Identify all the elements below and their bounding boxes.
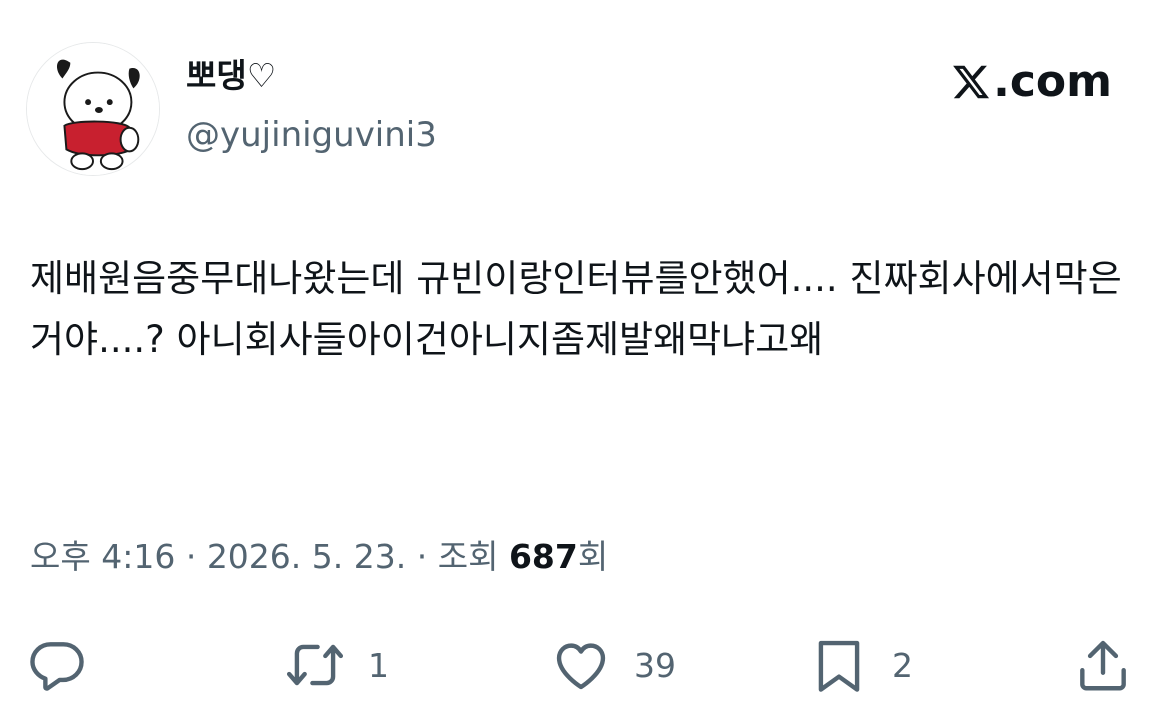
avatar[interactable] (26, 42, 160, 176)
share-icon (1080, 640, 1126, 691)
like-button[interactable]: 39 (550, 620, 676, 710)
user-handle[interactable]: @yujiniguvini3 (186, 114, 437, 156)
heart-icon (556, 643, 606, 690)
bookmark-button[interactable]: 2 (808, 620, 913, 710)
brand-logo: .com (951, 56, 1112, 108)
views-label: 조회 (437, 537, 509, 576)
views-count: 687 (508, 537, 578, 576)
tweet-text: 제배원음중무대나왔는데 규빈이랑인터뷰를안했어.... 진짜회사에서막은거야..… (30, 257, 1122, 361)
retweet-button[interactable]: 1 (284, 620, 389, 710)
retweet-count: 1 (368, 645, 389, 685)
retweet-icon (286, 644, 344, 686)
x-logo-icon (953, 65, 990, 99)
meta-separator: · (175, 537, 207, 576)
meta-separator: · (406, 537, 438, 576)
action-bar: 1 39 2 (0, 620, 1170, 710)
reply-button[interactable] (26, 620, 88, 710)
bookmark-count: 2 (892, 645, 913, 685)
brand-domain: .com (993, 56, 1112, 107)
share-button[interactable] (1072, 620, 1134, 710)
bookmark-icon (818, 640, 860, 692)
tweet-date[interactable]: 2026. 5. 23. (207, 537, 406, 576)
display-name[interactable]: 뽀댕♡ (186, 56, 276, 96)
reply-icon (30, 642, 84, 691)
pochacco-avatar-image (27, 43, 159, 175)
tweet-meta: 오후 4:16 · 2026. 5. 23. · 조회 687회 (30, 532, 608, 582)
views-suffix: 회 (577, 537, 609, 576)
like-count: 39 (634, 645, 676, 685)
tweet-time[interactable]: 오후 4:16 (30, 537, 175, 576)
